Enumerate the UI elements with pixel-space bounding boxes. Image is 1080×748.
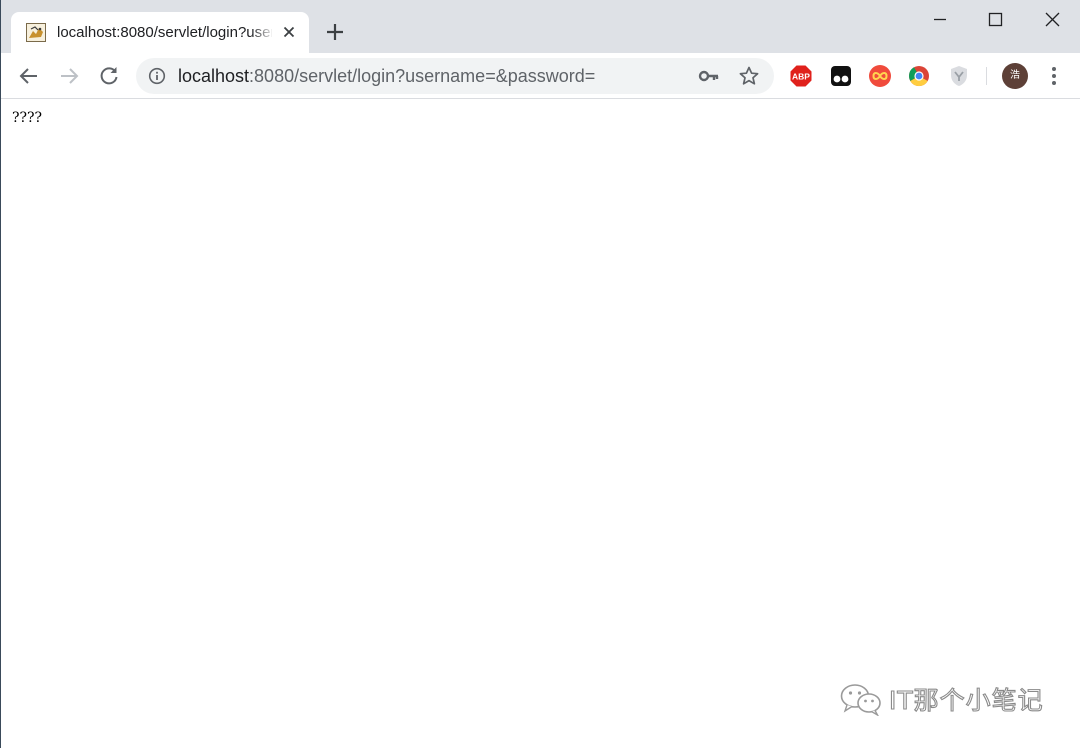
page-body-text: ???? xyxy=(12,110,43,126)
chrome-icon[interactable] xyxy=(907,64,931,88)
wechat-icon xyxy=(840,684,881,716)
close-icon[interactable] xyxy=(1023,0,1080,40)
url-rest: :8080/servlet/login?username=&password= xyxy=(249,66,596,86)
url-host: localhost xyxy=(178,66,250,86)
new-tab-plus-icon[interactable] xyxy=(323,20,347,44)
reload-icon[interactable] xyxy=(96,63,122,89)
shield-icon[interactable] xyxy=(947,64,971,88)
bookmark-star-icon[interactable] xyxy=(738,65,760,87)
watermark: IT那个小笔记 xyxy=(839,679,1044,719)
page-content: ???? IT那个小笔记 xyxy=(1,99,1080,748)
adblock-plus-icon[interactable]: ABP xyxy=(789,64,813,88)
infinity-icon[interactable] xyxy=(868,64,892,88)
tab-title-fade xyxy=(251,22,275,44)
forward-arrow-icon[interactable] xyxy=(56,63,82,89)
watermark-text: IT那个小笔记 xyxy=(888,685,1044,715)
toolbar: localhost:8080/servlet/login?username=&p… xyxy=(1,53,1080,99)
profile-avatar[interactable]: 浩 xyxy=(1002,63,1028,89)
svg-text:ABP: ABP xyxy=(792,72,810,82)
active-tab[interactable]: localhost:8080/servlet/login?username=&p… xyxy=(11,12,309,53)
tomcat-icon xyxy=(26,23,46,42)
tampermonkey-icon[interactable] xyxy=(829,64,853,88)
key-icon[interactable] xyxy=(698,66,720,86)
maximize-icon[interactable] xyxy=(967,0,1025,40)
toolbar-divider xyxy=(986,67,987,85)
tab-close-icon[interactable] xyxy=(279,22,299,42)
minimize-icon[interactable] xyxy=(911,0,969,40)
info-icon[interactable] xyxy=(148,67,166,85)
address-bar[interactable]: localhost:8080/servlet/login?username=&p… xyxy=(136,58,774,94)
tab-strip: localhost:8080/servlet/login?username=&p… xyxy=(1,0,1080,53)
back-arrow-icon[interactable] xyxy=(16,63,42,89)
tab-title: localhost:8080/servlet/login?username=&p… xyxy=(57,24,272,41)
url-text[interactable]: localhost:8080/servlet/login?username=&p… xyxy=(178,66,595,87)
more-menu-icon[interactable] xyxy=(1043,64,1065,88)
browser-window: localhost:8080/servlet/login?username=&p… xyxy=(0,0,1080,748)
